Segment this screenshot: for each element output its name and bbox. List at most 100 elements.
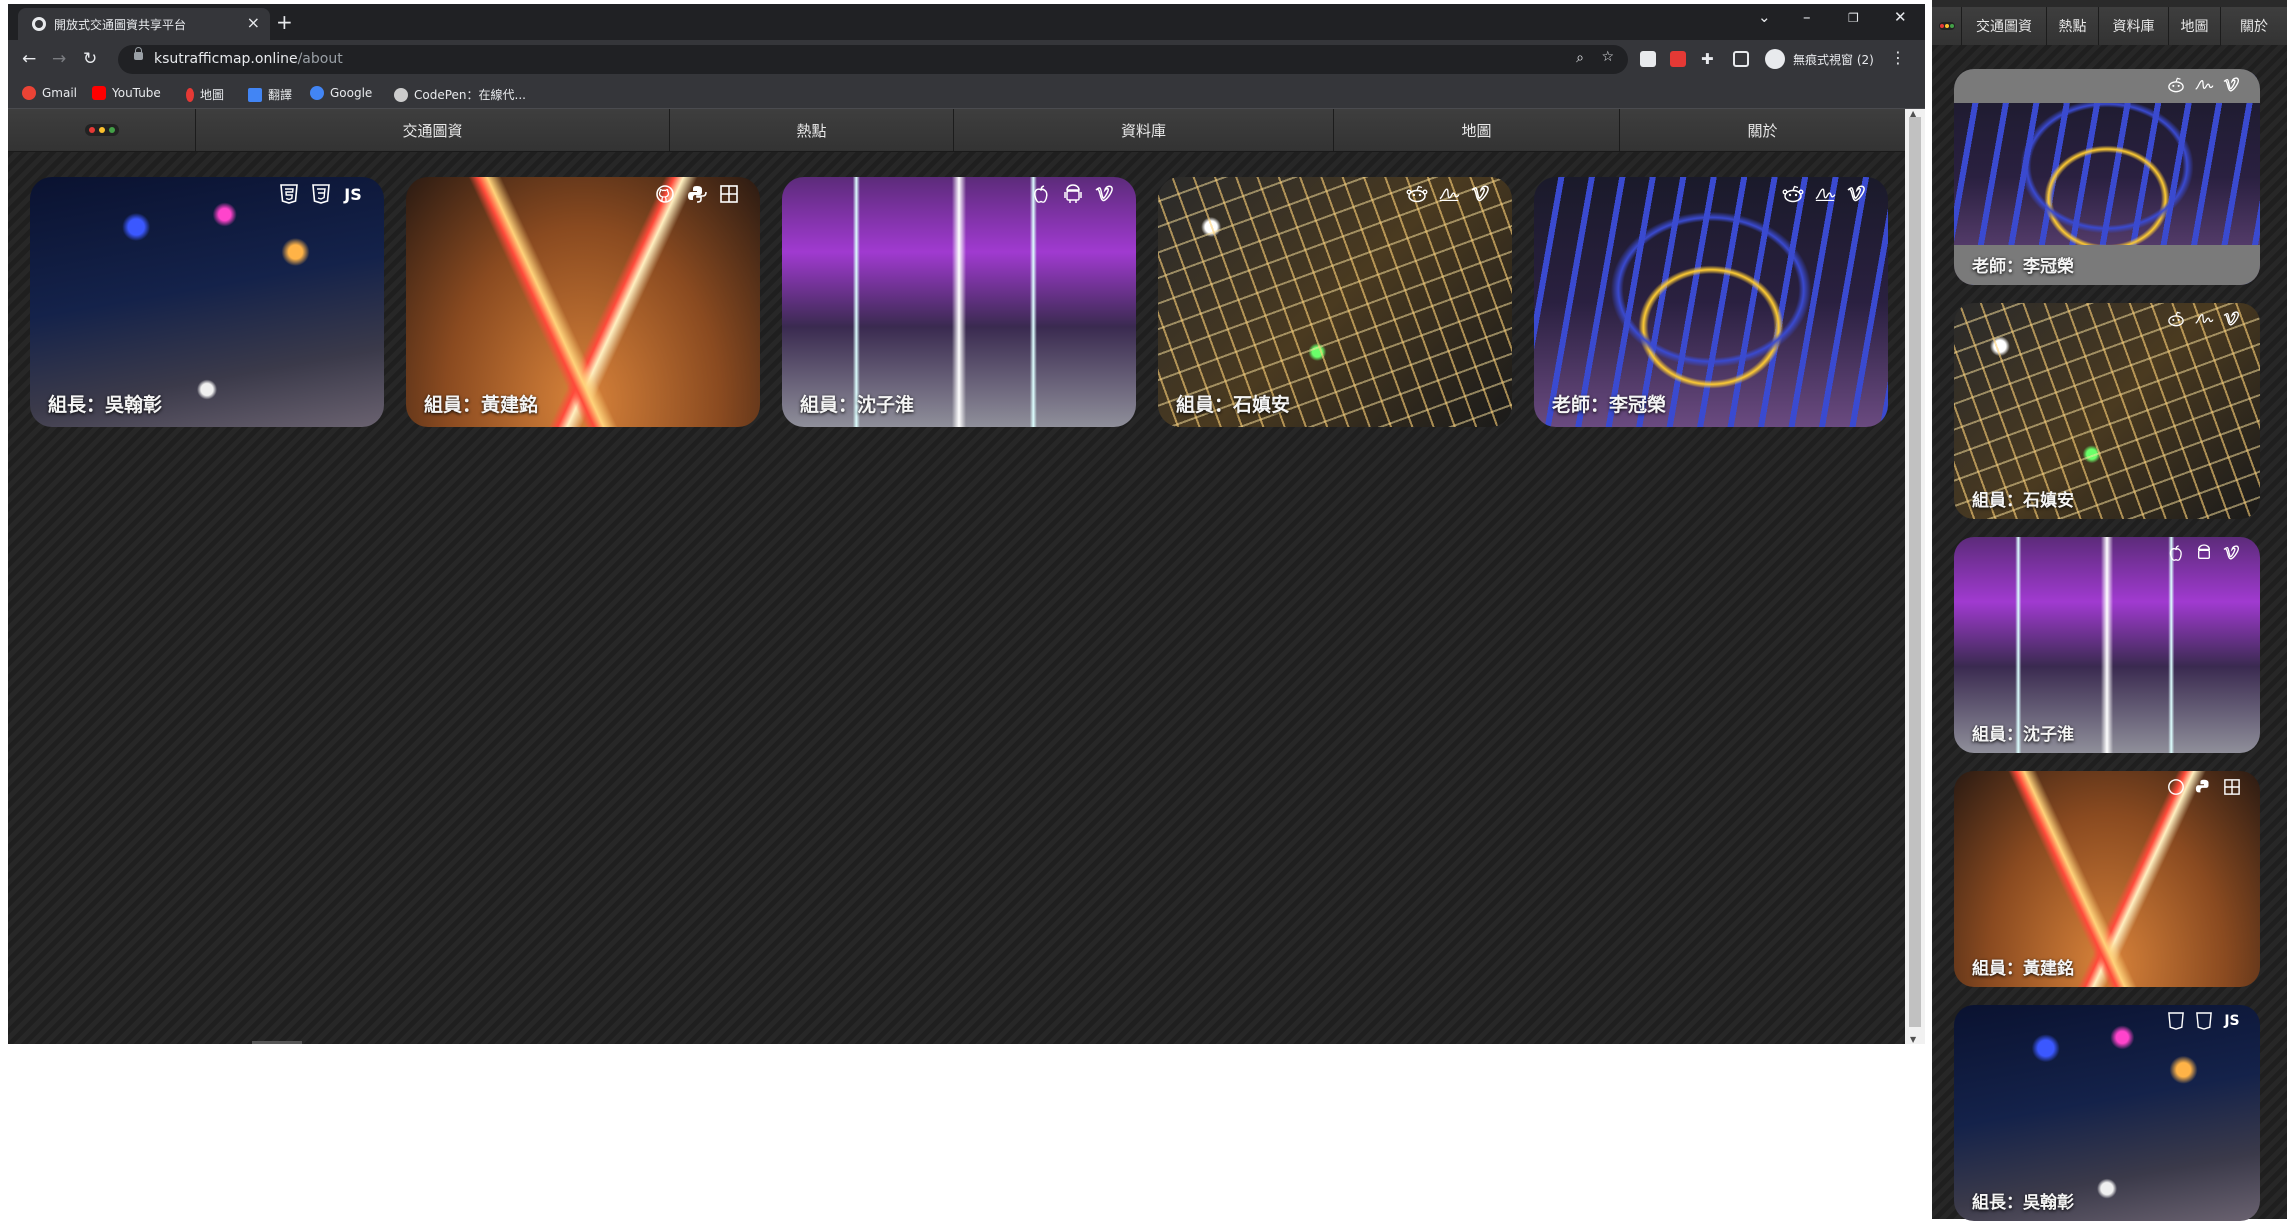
bookmark-maps[interactable]: 地圖: [186, 86, 224, 103]
bookmark-label: 翻譯: [268, 88, 293, 102]
github-icon[interactable]: [654, 183, 676, 205]
html5-icon[interactable]: [278, 183, 300, 205]
mobile-member-card[interactable]: 組員：石嫃安: [1954, 303, 2260, 519]
mobile-nav-database[interactable]: 資料庫: [2099, 7, 2169, 45]
back-arrow-icon[interactable]: ←: [22, 49, 36, 69]
nav-map[interactable]: 地圖: [1334, 109, 1620, 151]
mobile-navbar: 交通圖資 熱點 資料庫 地圖 關於: [1932, 7, 2287, 45]
vertical-scrollbar[interactable]: ▲ ▼: [1905, 109, 1925, 1044]
signature-icon[interactable]: [1814, 183, 1836, 205]
apple-icon[interactable]: [1030, 183, 1052, 205]
card-icons: JS: [2166, 1011, 2242, 1031]
android-icon[interactable]: [2194, 543, 2214, 563]
browser-tab[interactable]: 開放式交通圖資共享平台 ×: [18, 8, 270, 40]
minimize-icon[interactable]: –: [1803, 8, 1811, 26]
mobile-nav-hotspots[interactable]: 熱點: [2047, 7, 2099, 45]
member-name: 組員：沈子淮: [1972, 725, 2074, 745]
member-card[interactable]: 組員：黃建銘: [406, 177, 760, 427]
bookmark-star-icon[interactable]: ☆: [1601, 49, 1614, 65]
url-text[interactable]: ksutrafficmap.online/about: [154, 51, 343, 67]
mobile-member-card[interactable]: 組員：黃建銘: [1954, 771, 2260, 987]
zoom-icon[interactable]: ⌕: [1576, 50, 1584, 66]
tab-title: 開放式交通圖資共享平台: [54, 18, 187, 32]
mobile-nav-about[interactable]: 關於: [2221, 7, 2287, 45]
reddit-icon[interactable]: [1782, 183, 1804, 205]
address-bar[interactable]: ksutrafficmap.online/about ⌕ ☆: [118, 45, 1628, 74]
nav-about[interactable]: 關於: [1620, 109, 1905, 151]
bookmarks-bar: Gmail YouTube 地圖 翻譯 Google CodePen：在線代..…: [8, 80, 1925, 109]
windows-icon[interactable]: [2222, 777, 2242, 797]
nav-hotspots[interactable]: 熱點: [670, 109, 954, 151]
tab-search-icon[interactable]: ⌄: [1758, 8, 1771, 26]
html5-icon[interactable]: [2166, 1011, 2186, 1031]
member-card[interactable]: 組員：沈子淮: [782, 177, 1136, 427]
bookmark-google[interactable]: Google: [310, 86, 372, 100]
bookmark-gmail[interactable]: Gmail: [22, 86, 77, 100]
bookmark-translate[interactable]: 翻譯: [248, 86, 292, 103]
scroll-down-icon[interactable]: ▼: [1910, 1035, 1916, 1044]
windows-icon[interactable]: [718, 183, 740, 205]
tab-favicon-icon: [32, 17, 46, 31]
member-name: 組員：黃建銘: [1972, 959, 2074, 979]
extension-2-icon[interactable]: [1670, 51, 1686, 67]
more-menu-icon[interactable]: ⋮: [1890, 48, 1906, 67]
google-icon: [310, 86, 324, 100]
bookmark-label: 地圖: [200, 88, 225, 102]
bookmark-label: CodePen：在線代...: [414, 88, 526, 102]
mobile-member-card[interactable]: 老師：李冠榮: [1954, 69, 2260, 285]
member-name: 老師：李冠榮: [1972, 257, 2074, 277]
reddit-icon[interactable]: [2166, 75, 2186, 95]
member-card[interactable]: JS 組長：吳翰彰: [30, 177, 384, 427]
mobile-nav-traffic-data[interactable]: 交通圖資: [1962, 7, 2047, 45]
nav-traffic-data[interactable]: 交通圖資: [196, 109, 670, 151]
reload-icon[interactable]: ↻: [83, 49, 97, 69]
js-icon[interactable]: JS: [2222, 1011, 2242, 1031]
js-icon[interactable]: JS: [342, 183, 364, 205]
mobile-nav-map[interactable]: 地圖: [2169, 7, 2221, 45]
page-viewport: 交通圖資 熱點 資料庫 地圖 關於 JS 組長：吳翰彰 組員：黃建銘 組員：沈子…: [8, 109, 1905, 1044]
new-tab-button[interactable]: +: [276, 10, 293, 34]
browser-window: 開放式交通圖資共享平台 × + ⌄ – ❐ ✕ ← → ↻ ksutraffic…: [8, 4, 1925, 1044]
member-name: 老師：李冠榮: [1552, 394, 1667, 416]
incognito-profile-button[interactable]: 無痕式視窗 (2): [1765, 47, 1883, 71]
horizontal-scrollbar[interactable]: [252, 1041, 302, 1044]
member-card[interactable]: 老師：李冠榮: [1534, 177, 1888, 427]
nav-database[interactable]: 資料庫: [954, 109, 1334, 151]
reddit-icon[interactable]: [2166, 309, 2186, 329]
signature-icon[interactable]: [2194, 309, 2214, 329]
vimeo-icon[interactable]: [2222, 309, 2242, 329]
mobile-member-card[interactable]: JS 組長：吳翰彰: [1954, 1005, 2260, 1221]
vimeo-icon[interactable]: [1846, 183, 1868, 205]
member-name: 組長：吳翰彰: [48, 394, 163, 416]
css3-icon[interactable]: [2194, 1011, 2214, 1031]
vimeo-icon[interactable]: [2222, 543, 2242, 563]
reddit-icon[interactable]: [1406, 183, 1428, 205]
tab-close-icon[interactable]: ×: [247, 13, 260, 32]
lock-icon[interactable]: [134, 47, 143, 60]
signature-icon[interactable]: [2194, 75, 2214, 95]
close-window-icon[interactable]: ✕: [1894, 8, 1907, 26]
extensions-puzzle-icon[interactable]: ✚: [1701, 50, 1714, 68]
restore-icon[interactable]: ❐: [1848, 11, 1859, 25]
mobile-logo[interactable]: [1932, 7, 1962, 45]
scrollbar-thumb[interactable]: [1909, 117, 1921, 1027]
vimeo-icon[interactable]: [1094, 183, 1116, 205]
side-panel-icon[interactable]: [1733, 51, 1749, 67]
vimeo-icon[interactable]: [2222, 75, 2242, 95]
android-icon[interactable]: [1062, 183, 1084, 205]
vimeo-icon[interactable]: [1470, 183, 1492, 205]
signature-icon[interactable]: [1438, 183, 1460, 205]
python-icon[interactable]: [2194, 777, 2214, 797]
member-card[interactable]: 組員：石嫃安: [1158, 177, 1512, 427]
python-icon[interactable]: [686, 183, 708, 205]
forward-arrow-icon[interactable]: →: [52, 49, 66, 69]
css3-icon[interactable]: [310, 183, 332, 205]
bookmark-youtube[interactable]: YouTube: [92, 86, 161, 100]
site-logo[interactable]: [8, 109, 196, 151]
member-name: 組員：黃建銘: [424, 394, 539, 416]
mobile-member-card[interactable]: 組員：沈子淮: [1954, 537, 2260, 753]
bookmark-codepen[interactable]: CodePen：在線代...: [394, 86, 526, 103]
github-icon[interactable]: [2166, 777, 2186, 797]
extension-1-icon[interactable]: [1640, 51, 1656, 67]
apple-icon[interactable]: [2166, 543, 2186, 563]
